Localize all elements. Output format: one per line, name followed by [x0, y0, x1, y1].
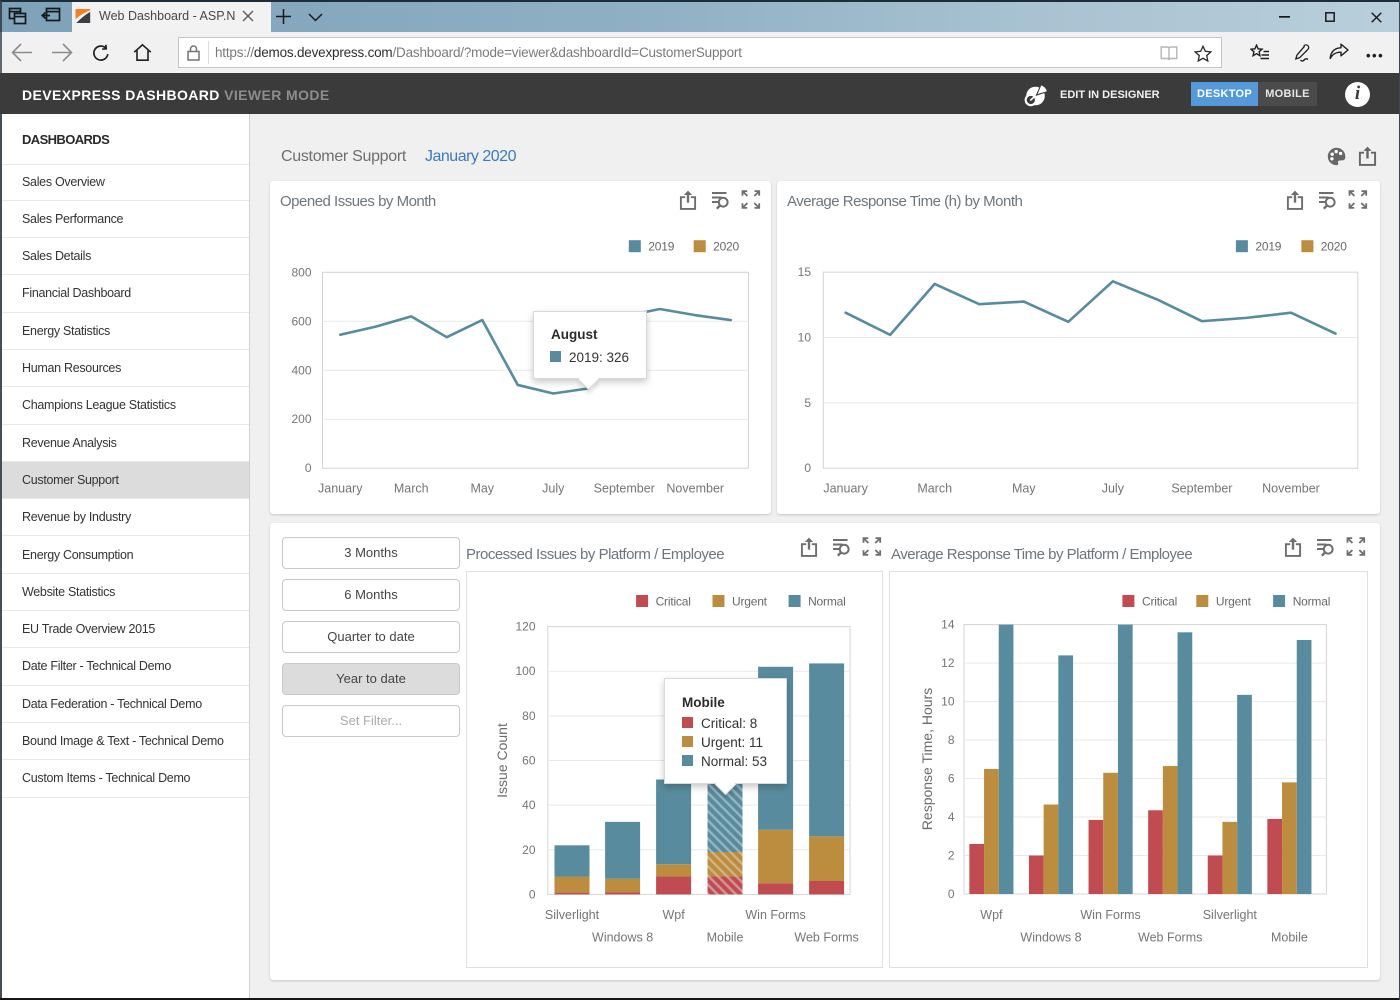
svg-text:Wpf: Wpf	[980, 908, 1003, 922]
svg-text:Urgent: Urgent	[1216, 595, 1252, 609]
svg-text:0: 0	[529, 887, 536, 901]
svg-text:60: 60	[522, 754, 536, 768]
svg-text:14: 14	[941, 618, 955, 632]
svg-text:Web Forms: Web Forms	[1138, 931, 1202, 945]
svg-text:Win Forms: Win Forms	[1080, 908, 1140, 922]
svg-text:Silverlight: Silverlight	[545, 908, 600, 922]
svg-text:80: 80	[522, 709, 536, 723]
svg-text:Web Forms: Web Forms	[794, 931, 858, 945]
svg-text:Silverlight: Silverlight	[1203, 908, 1258, 922]
svg-text:12: 12	[941, 656, 955, 670]
svg-text:Normal: Normal	[1293, 595, 1330, 609]
svg-text:2019: 2019	[1255, 240, 1281, 254]
svg-text:Normal: Normal	[808, 595, 845, 609]
svg-text:Issue Count: Issue Count	[494, 723, 510, 798]
svg-text:20: 20	[522, 843, 536, 857]
svg-text:2019: 2019	[648, 240, 674, 254]
svg-text:8: 8	[948, 733, 955, 747]
svg-text:40: 40	[522, 798, 536, 812]
svg-text:2020: 2020	[1321, 240, 1347, 254]
svg-text:100: 100	[515, 664, 535, 678]
svg-text:Windows 8: Windows 8	[592, 931, 653, 945]
svg-text:Urgent: Urgent	[732, 595, 768, 609]
svg-text:Mobile: Mobile	[1271, 931, 1308, 945]
svg-text:120: 120	[515, 620, 535, 634]
svg-text:4: 4	[948, 810, 955, 824]
svg-text:Mobile: Mobile	[707, 931, 744, 945]
svg-text:Wpf: Wpf	[662, 908, 685, 922]
svg-text:2020: 2020	[713, 240, 739, 254]
svg-text:Critical: Critical	[1142, 595, 1177, 609]
svg-text:10: 10	[941, 695, 955, 709]
svg-text:2: 2	[948, 849, 955, 863]
svg-text:Response Time, Hours: Response Time, Hours	[919, 688, 935, 830]
svg-text:Critical: Critical	[656, 595, 691, 609]
svg-text:6: 6	[948, 772, 955, 786]
svg-text:0: 0	[948, 887, 955, 901]
svg-text:Win Forms: Win Forms	[745, 908, 805, 922]
svg-text:Windows 8: Windows 8	[1020, 931, 1081, 945]
